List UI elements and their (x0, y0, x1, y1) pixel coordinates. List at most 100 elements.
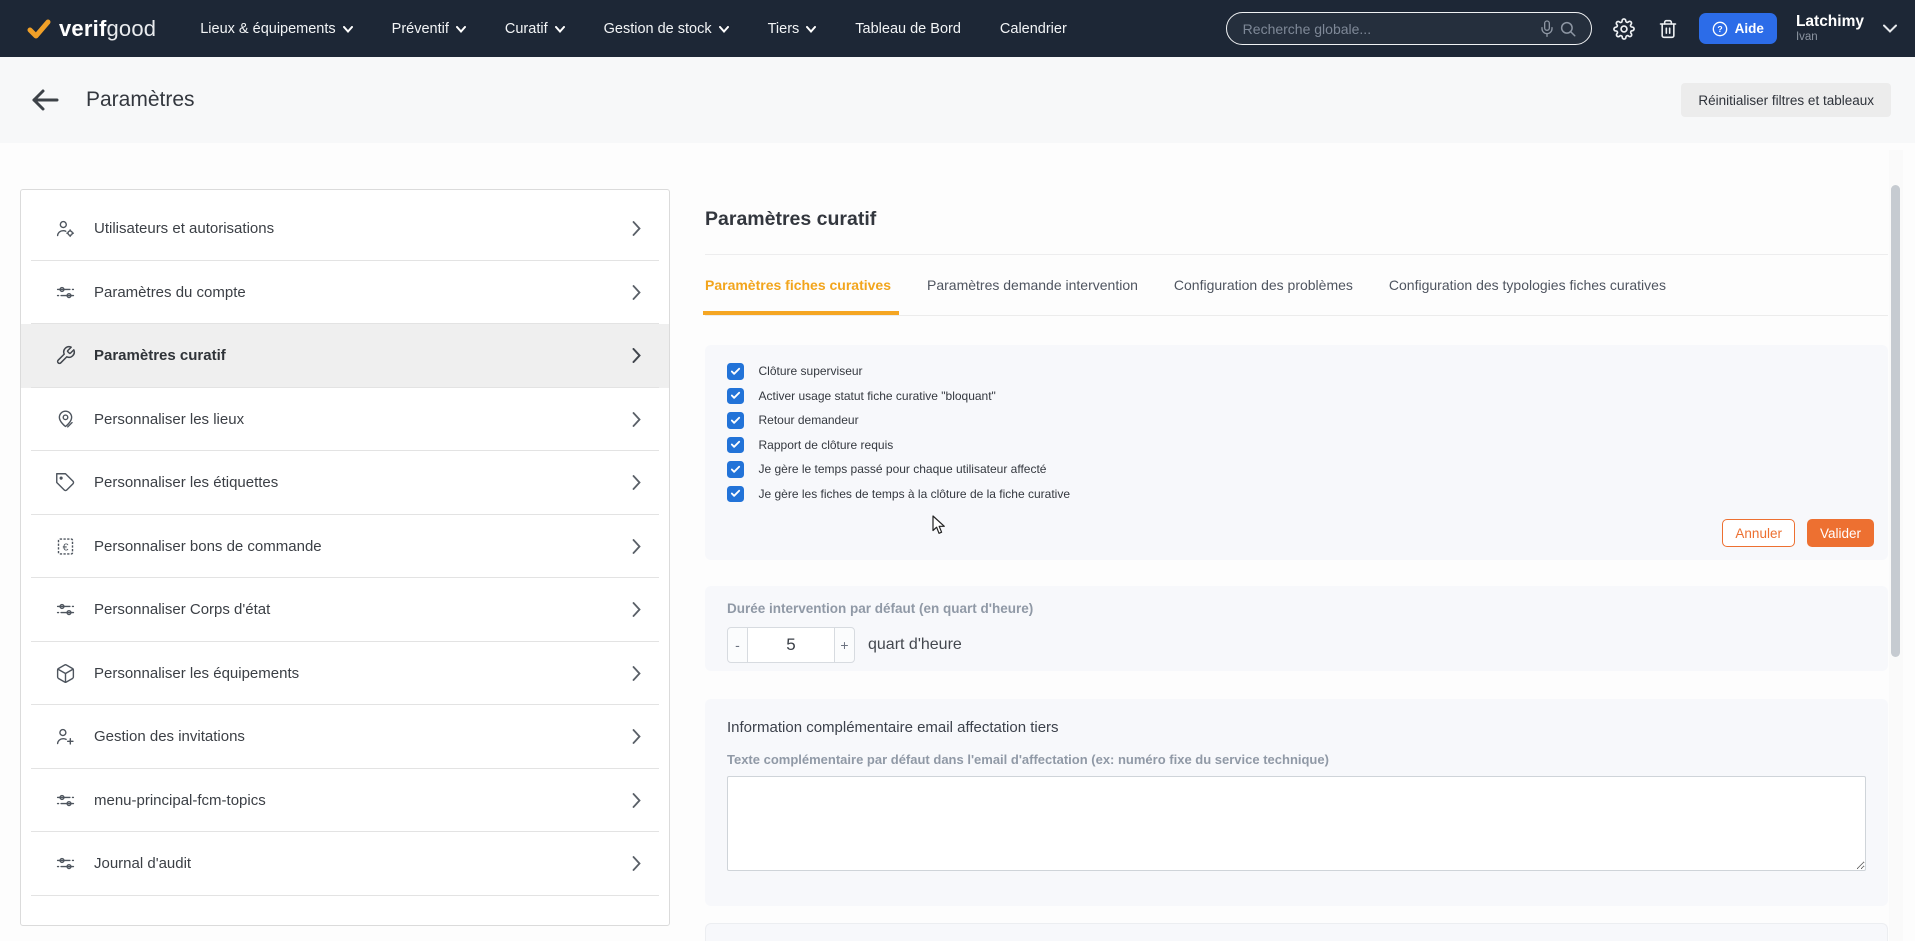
checkbox-checked-icon[interactable] (727, 412, 744, 429)
nav-item-calendrier[interactable]: Calendrier (1000, 21, 1067, 37)
email-info-panel: Information complémentaire email affecta… (705, 699, 1888, 906)
chevron-right-icon (632, 538, 641, 554)
sidebar-item-gestion-des-invitations[interactable]: Gestion des invitations (21, 705, 669, 769)
cube-icon (55, 663, 76, 684)
search-icon[interactable] (1557, 18, 1579, 40)
nav-item-tableau-de-bord[interactable]: Tableau de Bord (855, 21, 961, 37)
curative-settings-panel: Clôture superviseur Activer usage statut… (705, 345, 1888, 560)
checkbox-row-retour-demandeur[interactable]: Retour demandeur (727, 412, 1866, 429)
tab-parametres-fiches-curatives[interactable]: Paramètres fiches curatives (703, 255, 899, 315)
sliders-icon (55, 599, 76, 620)
chevron-right-icon (632, 602, 641, 618)
microphone-icon[interactable] (1537, 17, 1557, 41)
sidebar-item-utilisateurs-et-autorisations[interactable]: Utilisateurs et autorisations (21, 197, 669, 261)
global-search (1225, 12, 1592, 45)
chevron-down-icon (342, 24, 353, 33)
search-input[interactable] (1242, 20, 1537, 37)
email-info-hint: Texte complémentaire par défaut dans l'e… (727, 752, 1329, 767)
sidebar-item-personnaliser-les-etiquettes[interactable]: Personnaliser les étiquettes (21, 451, 669, 515)
tab-configuration-des-typologies[interactable]: Configuration des typologies fiches cura… (1389, 255, 1666, 315)
email-complementary-textarea[interactable] (727, 776, 1866, 871)
chevron-right-icon (632, 665, 641, 681)
chevron-right-icon (632, 411, 641, 427)
checkbox-row-statut-bloquant[interactable]: Activer usage statut fiche curative "blo… (727, 387, 1866, 404)
chevron-right-icon (632, 856, 641, 872)
checkbox-checked-icon[interactable] (727, 387, 744, 404)
sidebar-item-parametres-du-compte[interactable]: Paramètres du compte (21, 261, 669, 325)
scrollbar-thumb[interactable] (1891, 185, 1900, 657)
logo-text: verifgood (59, 15, 157, 41)
sidebar-item-personnaliser-bons-de-commande[interactable]: € Personnaliser bons de commande (21, 515, 669, 579)
form-actions: Annuler Valider (1722, 519, 1874, 547)
chevron-down-icon (806, 24, 817, 33)
duration-unit-label: quart d'heure (868, 636, 962, 653)
top-navbar: verifgood Lieux & équipements Préventif … (0, 0, 1915, 57)
checkbox-row-rapport-cloture[interactable]: Rapport de clôture requis (727, 436, 1866, 453)
tag-icon (55, 472, 76, 493)
tab-configuration-des-problemes[interactable]: Configuration des problèmes (1174, 255, 1353, 315)
verifgood-logo[interactable]: verifgood (26, 16, 156, 42)
chevron-right-icon (632, 729, 641, 745)
vertical-scrollbar[interactable] (1889, 150, 1903, 941)
main-nav: Lieux & équipements Préventif Curatif Ge… (200, 21, 1067, 37)
section-title: Paramètres curatif (705, 208, 877, 230)
page-title: Paramètres (86, 88, 195, 111)
checkbox-checked-icon[interactable] (727, 363, 744, 380)
duration-stepper-row: - + quart d'heure (727, 627, 1866, 663)
chevron-right-icon (632, 221, 641, 237)
tab-bar: Paramètres fiches curatives Paramètres d… (703, 255, 1888, 316)
duration-label: Durée intervention par défaut (en quart … (727, 601, 1034, 616)
user-role: Ivan (1795, 30, 1818, 43)
sidebar-item-parametres-curatif[interactable]: Paramètres curatif (21, 324, 669, 388)
chevron-down-icon (455, 24, 466, 33)
checkbox-checked-icon[interactable] (727, 436, 744, 453)
submit-button[interactable]: Valider (1806, 519, 1874, 547)
sliders-icon (55, 282, 76, 303)
sidebar-item-personnaliser-les-lieux[interactable]: Personnaliser les lieux (21, 388, 669, 452)
user-plus-icon (55, 726, 76, 747)
nav-item-preventif[interactable]: Préventif (392, 21, 466, 37)
location-edit-icon (55, 409, 76, 430)
chevron-right-icon (632, 284, 641, 300)
cancel-button[interactable]: Annuler (1722, 519, 1795, 547)
user-chevron-down-icon[interactable] (1883, 24, 1897, 33)
chevron-down-icon (554, 24, 565, 33)
back-arrow-button[interactable] (30, 87, 60, 113)
chevron-right-icon (632, 348, 641, 364)
user-menu[interactable]: Latchimy Ivan (1796, 13, 1864, 44)
gear-icon[interactable] (1611, 16, 1637, 42)
checkbox-row-fiches-de-temps[interactable]: Je gère les fiches de temps à la clôture… (727, 485, 1866, 502)
checkbox-checked-icon[interactable] (727, 485, 744, 502)
check-logo-icon (26, 16, 52, 42)
topbar-right: ? Aide Latchimy Ivan (1225, 12, 1897, 45)
nav-item-curatif[interactable]: Curatif (505, 21, 565, 37)
sliders-icon (55, 790, 76, 811)
main-content: Paramètres curatif Paramètres fiches cur… (703, 208, 1888, 941)
nav-item-tiers[interactable]: Tiers (768, 21, 817, 37)
checkbox-row-temps-passe[interactable]: Je gère le temps passé pour chaque utili… (727, 461, 1866, 478)
reset-filters-button[interactable]: Réinitialiser filtres et tableaux (1681, 83, 1891, 117)
euro-icon: € (55, 536, 76, 557)
chevron-right-icon (632, 475, 641, 491)
nav-item-lieux-equipements[interactable]: Lieux & équipements (200, 21, 353, 37)
aide-button[interactable]: ? Aide (1698, 13, 1777, 44)
sidebar-item-menu-principal-fcm-topics[interactable]: menu-principal-fcm-topics (21, 769, 669, 833)
trash-icon[interactable] (1656, 16, 1680, 42)
sidebar-item-journal-daudit[interactable]: Journal d'audit (21, 832, 669, 896)
sidebar-item-personnaliser-les-equipements[interactable]: Personnaliser les équipements (21, 642, 669, 706)
page-header: Paramètres Réinitialiser filtres et tabl… (0, 57, 1915, 143)
chevron-right-icon (632, 792, 641, 808)
duration-value-input[interactable] (747, 628, 835, 662)
email-info-title: Information complémentaire email affecta… (727, 719, 1059, 736)
sidebar-item-personnaliser-corps-detat[interactable]: Personnaliser Corps d'état (21, 578, 669, 642)
svg-text:?: ? (1717, 24, 1722, 34)
stepper-minus-button[interactable]: - (728, 628, 747, 662)
stepper-plus-button[interactable]: + (835, 628, 854, 662)
svg-text:€: € (63, 541, 69, 553)
duration-panel: Durée intervention par défaut (en quart … (705, 586, 1888, 671)
tab-parametres-demande-intervention[interactable]: Paramètres demande intervention (927, 255, 1138, 315)
nav-item-gestion-stock[interactable]: Gestion de stock (604, 21, 729, 37)
checkbox-checked-icon[interactable] (727, 461, 744, 478)
sliders-icon (55, 853, 76, 874)
checkbox-row-cloture-superviseur[interactable]: Clôture superviseur (727, 363, 1866, 380)
